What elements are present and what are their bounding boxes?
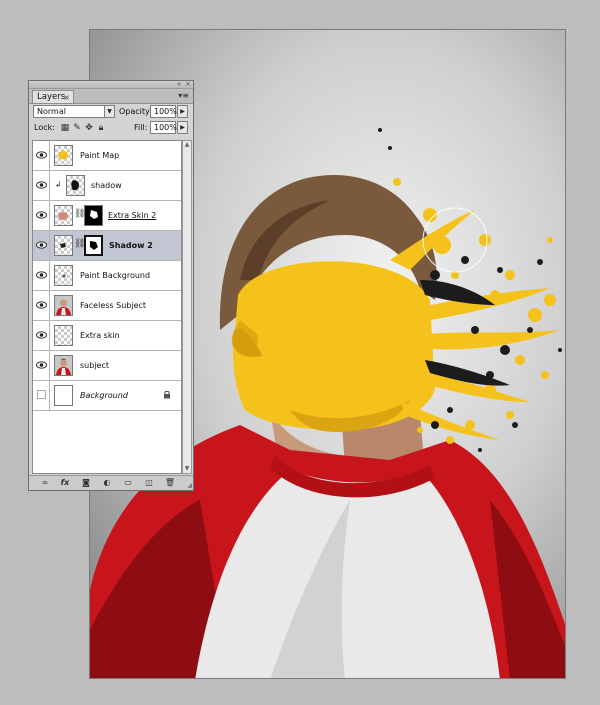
eye-icon — [36, 271, 47, 279]
scroll-down-icon[interactable]: ▼ — [183, 465, 191, 473]
layers-panel: « × Layers × ▾≡ Normal ▼ Opacity: 100% ▶… — [28, 80, 194, 491]
panel-menu-icon[interactable]: ▾≡ — [178, 91, 189, 100]
layer-name: Shadow 2 — [109, 241, 153, 250]
layer-name: Extra skin — [80, 331, 120, 340]
layer-mask-thumbnail[interactable] — [84, 205, 103, 226]
tab-layers-label: Layers — [37, 92, 66, 102]
layer-thumbnail — [54, 325, 73, 346]
eye-icon — [36, 301, 47, 309]
layer-row-extra-skin-2[interactable]: ⛓ Extra Skin 2 — [33, 201, 181, 231]
layer-mask-thumbnail[interactable] — [84, 235, 103, 256]
lock-position-icon[interactable]: ✥ — [84, 123, 94, 133]
eye-icon — [36, 331, 47, 339]
visibility-toggle[interactable] — [33, 261, 50, 290]
visibility-toggle[interactable] — [33, 231, 50, 260]
blend-mode-select[interactable]: Normal — [33, 105, 105, 118]
panel-title-bar[interactable]: « × — [29, 80, 193, 89]
layers-bottom-toolbar: ∞ fx ◙ ◐ ▭ ◫ 🗑︎ ◢ — [29, 475, 193, 490]
lock-transparent-pixels-icon[interactable]: ▦ — [60, 123, 70, 133]
layer-row-extra-skin[interactable]: Extra skin — [33, 321, 181, 351]
visibility-toggle[interactable] — [33, 321, 50, 350]
clipping-mask-arrow-icon: ↲ — [55, 180, 62, 189]
layer-thumbnail — [54, 145, 73, 166]
resize-grip-icon[interactable]: ◢ — [187, 482, 192, 489]
layer-row-shadow-2[interactable]: ⛓ Shadow 2 — [33, 231, 181, 261]
layer-thumbnail — [54, 385, 73, 406]
layer-name: Background — [80, 391, 128, 400]
eye-icon — [36, 361, 47, 369]
fill-input[interactable]: 100% — [150, 121, 177, 134]
layer-row-background[interactable]: Background — [33, 381, 181, 411]
panel-tab-bar: Layers × ▾≡ — [29, 89, 193, 104]
blend-mode-dropdown-icon[interactable]: ▼ — [104, 105, 115, 118]
layer-name: Extra Skin 2 — [108, 211, 157, 220]
collapse-panel-icon[interactable]: « — [177, 80, 181, 88]
layer-thumbnail — [54, 205, 73, 226]
layer-list: Paint Map ↲ shadow ⛓ Extra Skin 2 ⛓ Shad… — [32, 140, 182, 474]
eye-icon — [36, 151, 47, 159]
eye-icon — [36, 181, 47, 189]
layer-name: subject — [80, 361, 109, 370]
new-layer-icon[interactable]: ◫ — [143, 477, 155, 488]
fill-label: Fill: — [134, 123, 148, 132]
visibility-toggle[interactable] — [33, 201, 50, 230]
opacity-label: Opacity: — [119, 107, 152, 116]
eye-icon — [36, 211, 47, 219]
layer-row-shadow[interactable]: ↲ shadow — [33, 171, 181, 201]
visibility-toggle[interactable] — [33, 291, 50, 320]
trash-icon[interactable]: 🗑︎ — [164, 477, 176, 488]
lock-image-pixels-icon[interactable]: ✎ — [72, 123, 82, 133]
layer-row-paint-map[interactable]: Paint Map — [33, 141, 181, 171]
empty-visibility-box — [37, 390, 46, 399]
layer-row-faceless-subject[interactable]: Faceless Subject — [33, 291, 181, 321]
opacity-slider-button[interactable]: ▶ — [177, 105, 188, 118]
layer-row-subject[interactable]: subject — [33, 351, 181, 381]
layer-row-paint-background[interactable]: Paint Background — [33, 261, 181, 291]
visibility-toggle[interactable] — [33, 381, 50, 410]
layer-thumbnail — [54, 235, 73, 256]
add-mask-icon[interactable]: ◙ — [80, 477, 92, 488]
tab-close-icon[interactable]: × — [63, 91, 70, 104]
layer-thumbnail — [66, 175, 85, 196]
layer-thumbnail — [54, 295, 73, 316]
opacity-input[interactable]: 100% — [150, 105, 177, 118]
lock-all-icon[interactable]: 🔒︎ — [96, 123, 106, 133]
eye-icon — [36, 241, 47, 249]
layer-thumbnail — [54, 355, 73, 376]
layer-list-scrollbar[interactable]: ▲ ▼ — [182, 140, 192, 474]
close-panel-icon[interactable]: × — [185, 80, 191, 88]
layer-name: Paint Map — [80, 151, 120, 160]
layer-thumbnail — [54, 265, 73, 286]
visibility-toggle[interactable] — [33, 351, 50, 380]
layer-name: Paint Background — [80, 271, 151, 280]
scroll-up-icon[interactable]: ▲ — [183, 141, 191, 149]
tab-layers[interactable]: Layers × — [32, 90, 74, 103]
fill-slider-button[interactable]: ▶ — [177, 121, 188, 134]
new-group-folder-icon[interactable]: ▭ — [122, 477, 134, 488]
layer-name: Faceless Subject — [80, 301, 147, 310]
link-layers-icon[interactable]: ∞ — [39, 477, 51, 488]
visibility-toggle[interactable] — [33, 141, 50, 170]
layer-name: shadow — [91, 181, 122, 190]
lock-label: Lock: — [34, 123, 55, 132]
visibility-toggle[interactable] — [33, 171, 50, 200]
adjustment-layer-icon[interactable]: ◐ — [101, 477, 113, 488]
lock-icon — [164, 390, 170, 399]
fx-icon[interactable]: fx — [59, 477, 71, 488]
